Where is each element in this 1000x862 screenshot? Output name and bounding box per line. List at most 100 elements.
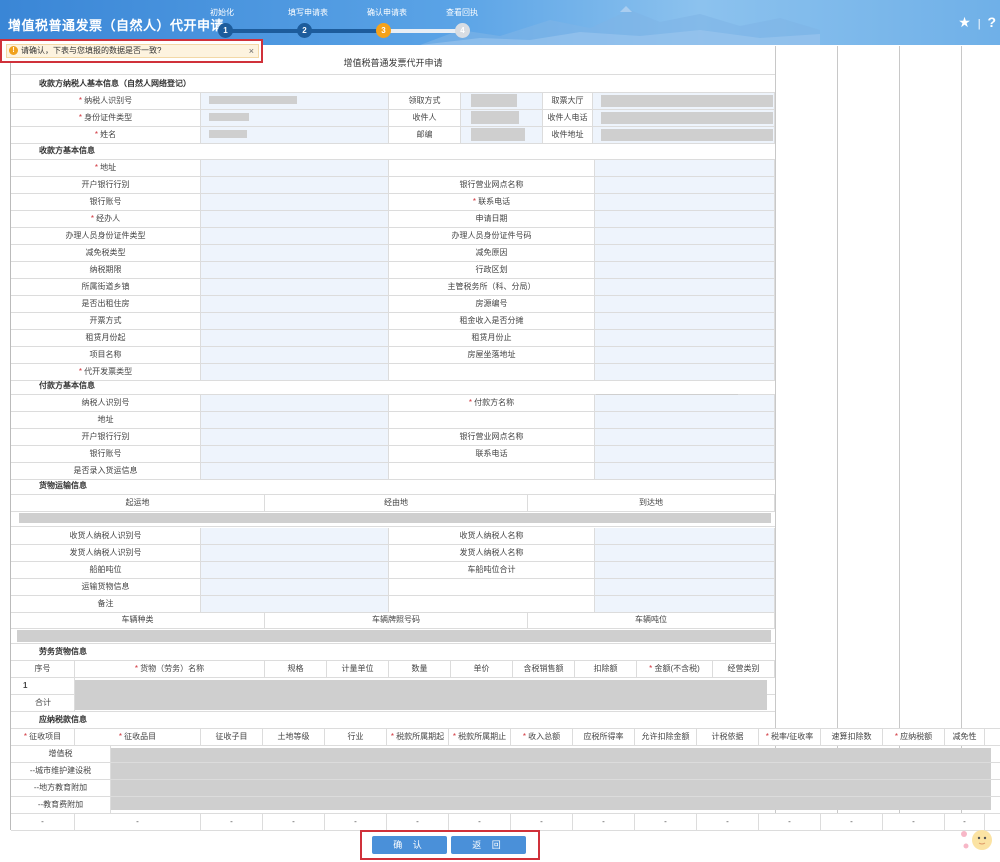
value-cell[interactable] bbox=[595, 395, 775, 411]
value-cell[interactable] bbox=[461, 93, 543, 109]
value-cell[interactable] bbox=[595, 412, 775, 428]
label-cell: 所属街道乡镇 bbox=[11, 279, 201, 295]
value-cell[interactable] bbox=[201, 262, 389, 278]
value-cell[interactable] bbox=[461, 127, 543, 143]
value-cell[interactable] bbox=[595, 313, 775, 329]
value-cell[interactable] bbox=[201, 412, 389, 428]
col-origin: 起运地 bbox=[11, 495, 265, 511]
value-cell[interactable] bbox=[201, 110, 389, 126]
value-cell[interactable] bbox=[461, 110, 543, 126]
field-label: 租赁月份起 bbox=[85, 333, 126, 342]
value-cell[interactable] bbox=[201, 364, 389, 380]
label-cell: 减免税类型 bbox=[11, 245, 201, 261]
value-cell[interactable] bbox=[201, 211, 389, 227]
payee-basic-row: 项目名称 房屋坐落地址 bbox=[11, 347, 775, 364]
tax-item-label: --地方教育附加 bbox=[11, 780, 111, 796]
field-label: 减免性 bbox=[952, 732, 977, 741]
value-cell[interactable] bbox=[593, 93, 775, 109]
value-cell[interactable] bbox=[201, 177, 389, 193]
field-label: 地址 bbox=[97, 415, 114, 424]
field-label: 税率/征收率 bbox=[771, 732, 814, 741]
redacted-block bbox=[601, 129, 773, 141]
value-cell[interactable] bbox=[201, 127, 389, 143]
value-cell[interactable] bbox=[201, 160, 389, 176]
value-cell[interactable] bbox=[593, 127, 775, 143]
separator: | bbox=[977, 18, 981, 30]
value-cell[interactable] bbox=[595, 228, 775, 244]
field-label: 征收品目 bbox=[124, 732, 157, 741]
tax-col-header: 行业 bbox=[325, 729, 387, 745]
value-cell[interactable] bbox=[201, 429, 389, 445]
value-cell[interactable] bbox=[201, 463, 389, 479]
col-via: 经由地 bbox=[265, 495, 528, 511]
alert-text: 请确认，下表与您填报的数据是否一致? bbox=[21, 46, 162, 55]
field-label: 速算扣除数 bbox=[831, 732, 872, 741]
value-cell[interactable] bbox=[595, 562, 775, 578]
value-cell[interactable] bbox=[201, 596, 389, 612]
value-cell[interactable] bbox=[201, 330, 389, 346]
value-cell[interactable] bbox=[595, 330, 775, 346]
value-cell[interactable] bbox=[201, 347, 389, 363]
field-label: 单价 bbox=[473, 664, 490, 673]
label-cell: 纳税人识别号 bbox=[11, 395, 201, 411]
tax-col-header: * 应纳税额 bbox=[883, 729, 945, 745]
value-cell[interactable] bbox=[595, 211, 775, 227]
value-cell[interactable] bbox=[201, 313, 389, 329]
field-label: 序号 bbox=[34, 664, 51, 673]
confirm-button[interactable]: 确 认 bbox=[372, 836, 447, 854]
value-cell[interactable] bbox=[595, 545, 775, 561]
value-cell[interactable] bbox=[595, 429, 775, 445]
value-cell[interactable] bbox=[201, 528, 389, 544]
field-label: 土地等级 bbox=[277, 732, 310, 741]
value-cell[interactable] bbox=[595, 245, 775, 261]
step-label-3: 确认申请表 bbox=[367, 8, 407, 17]
field-label: 纳税期限 bbox=[89, 265, 122, 274]
value-cell[interactable] bbox=[595, 596, 775, 612]
value-cell[interactable] bbox=[201, 245, 389, 261]
value-cell[interactable] bbox=[595, 446, 775, 462]
action-buttons: 确 认 返 回 bbox=[360, 830, 540, 860]
value-cell[interactable] bbox=[201, 93, 389, 109]
value-cell[interactable] bbox=[201, 296, 389, 312]
goods-col-header: 规格 bbox=[265, 661, 327, 677]
value-cell[interactable] bbox=[595, 177, 775, 193]
field-label: 银行营业网点名称 bbox=[459, 432, 524, 441]
field-label: 收货人纳税人名称 bbox=[459, 531, 524, 540]
value-cell[interactable] bbox=[595, 296, 775, 312]
value-cell[interactable] bbox=[201, 562, 389, 578]
value-cell[interactable] bbox=[201, 395, 389, 411]
back-button[interactable]: 返 回 bbox=[451, 836, 526, 854]
close-icon[interactable]: × bbox=[249, 45, 254, 57]
vehicle-value-row bbox=[11, 629, 775, 644]
payer-row: 纳税人识别号 * 付款方名称 bbox=[11, 395, 775, 412]
field-label: 发货人纳税人名称 bbox=[459, 548, 524, 557]
field-label: 经办人 bbox=[96, 214, 121, 223]
value-cell[interactable] bbox=[595, 579, 775, 595]
value-cell[interactable] bbox=[595, 160, 775, 176]
value-cell[interactable] bbox=[595, 279, 775, 295]
label-cell: * 地址 bbox=[11, 160, 201, 176]
value-cell[interactable] bbox=[593, 110, 775, 126]
value-cell[interactable] bbox=[595, 364, 775, 380]
help-icon[interactable]: ? bbox=[987, 14, 996, 30]
star-icon[interactable]: ★ bbox=[958, 14, 971, 31]
value-cell[interactable] bbox=[201, 446, 389, 462]
value-cell[interactable] bbox=[595, 194, 775, 210]
value-cell[interactable] bbox=[595, 528, 775, 544]
payee-row: * 身份证件类型 收件人 收件人电话 bbox=[11, 110, 775, 127]
label-cell bbox=[389, 579, 595, 595]
value-cell[interactable] bbox=[201, 545, 389, 561]
field-label: 开票方式 bbox=[89, 316, 122, 325]
value-cell[interactable] bbox=[595, 347, 775, 363]
goods-col-header: 计量单位 bbox=[327, 661, 389, 677]
value-cell[interactable] bbox=[201, 194, 389, 210]
value-cell[interactable] bbox=[595, 262, 775, 278]
tax-item-label: --教育费附加 bbox=[11, 797, 111, 813]
value-cell[interactable] bbox=[201, 279, 389, 295]
tax-row: 增值税 bbox=[11, 746, 1000, 763]
value-cell[interactable] bbox=[201, 228, 389, 244]
payee-basic-row: 减免税类型 减免原因 bbox=[11, 245, 775, 262]
value-cell[interactable] bbox=[201, 579, 389, 595]
value-cell[interactable] bbox=[595, 463, 775, 479]
redacted-block bbox=[471, 94, 517, 107]
